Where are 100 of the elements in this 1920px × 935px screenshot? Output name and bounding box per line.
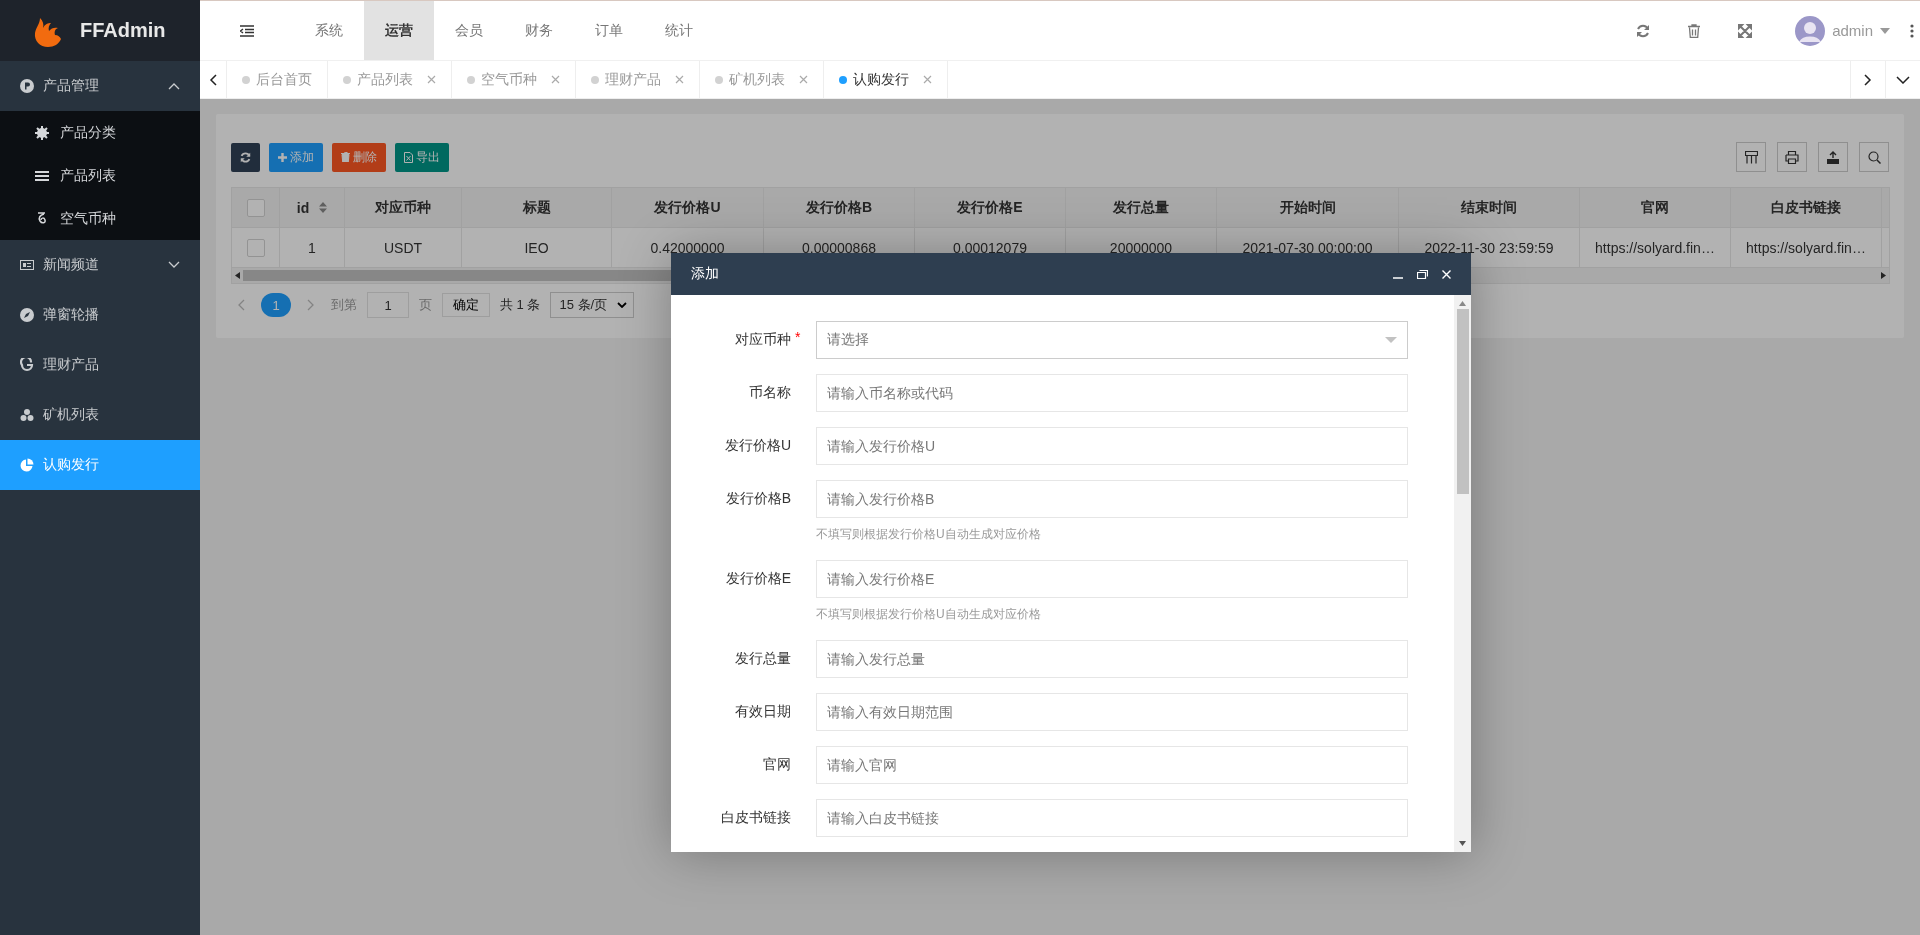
column-header: 对应币种 bbox=[345, 188, 462, 227]
sidebar-item[interactable]: 矿机列表 bbox=[0, 390, 200, 440]
sidebar-subitem[interactable]: 产品列表 bbox=[0, 154, 200, 197]
sidebar-subitem[interactable]: 空气币种 bbox=[0, 197, 200, 240]
trash-icon[interactable] bbox=[1688, 23, 1701, 38]
list-icon bbox=[35, 168, 49, 183]
select-field[interactable]: 请选择 bbox=[816, 321, 1408, 359]
refresh-icon[interactable] bbox=[1636, 23, 1651, 38]
page-tab[interactable]: 理财产品 bbox=[575, 61, 699, 98]
tab-dot-icon bbox=[242, 75, 250, 84]
input-field[interactable]: 请输入发行价格U bbox=[816, 427, 1408, 465]
tab-dot-icon bbox=[591, 75, 599, 84]
export-button[interactable]: 导出 bbox=[395, 142, 449, 172]
arrow-left-icon bbox=[235, 272, 240, 279]
required-mark: * bbox=[794, 328, 802, 345]
top-nav-item[interactable]: 财务 bbox=[504, 1, 574, 60]
dialog-title: 添加 bbox=[691, 265, 719, 283]
input-field[interactable]: 请输入有效日期范围 bbox=[816, 693, 1408, 731]
total-count: 共 1 条 bbox=[500, 296, 541, 314]
input-field[interactable]: 请输入白皮书链接 bbox=[816, 799, 1408, 837]
field-hint: 不填写则根据发行价格U自动生成对应价格 bbox=[816, 526, 1042, 543]
select-all-checkbox[interactable] bbox=[246, 198, 265, 217]
trash-icon bbox=[341, 152, 350, 162]
add-button[interactable]: 添加 bbox=[269, 142, 323, 172]
p-circle-icon bbox=[20, 79, 34, 93]
search-button[interactable] bbox=[1859, 142, 1889, 172]
scroll-thumb[interactable] bbox=[1456, 309, 1469, 494]
column-header: 白皮书链接 bbox=[1731, 188, 1882, 227]
page-input[interactable]: 1 bbox=[367, 292, 409, 318]
chevron-down-icon bbox=[168, 261, 180, 269]
menu-fold-icon bbox=[240, 24, 254, 37]
tab-dot-icon bbox=[467, 75, 475, 84]
tab-dot-icon bbox=[839, 75, 847, 84]
field-label: 发行价格U bbox=[723, 437, 791, 455]
page-tab[interactable]: 后台首页 bbox=[226, 61, 327, 98]
input-field[interactable]: 请输入发行价格B bbox=[816, 480, 1408, 518]
column-header: 发行价格E bbox=[915, 188, 1066, 227]
table-cell: IEO bbox=[462, 228, 612, 267]
page-size-select[interactable]: 15 条/页 bbox=[550, 292, 635, 318]
confirm-button[interactable]: 确定 bbox=[442, 293, 490, 317]
top-nav-item[interactable]: 运营 bbox=[364, 1, 434, 60]
table-cell: 1 bbox=[280, 228, 345, 267]
newspaper-icon bbox=[20, 258, 34, 272]
printer-icon bbox=[1785, 150, 1799, 164]
sidebar-item[interactable]: 产品管理 bbox=[0, 61, 200, 111]
chevron-up-icon bbox=[168, 82, 180, 90]
avatar bbox=[1795, 15, 1826, 46]
field-label: 白皮书链接 bbox=[720, 809, 791, 827]
column-header: 结束时间 bbox=[1399, 188, 1580, 227]
current-page[interactable]: 1 bbox=[261, 293, 291, 317]
column-header: 发行价格U bbox=[612, 188, 764, 227]
app-name: FFAdmin bbox=[80, 19, 166, 42]
row-checkbox[interactable] bbox=[246, 238, 265, 257]
plus-icon bbox=[278, 152, 287, 162]
user-menu[interactable]: admin bbox=[1795, 15, 1890, 46]
delete-button[interactable]: 删除 bbox=[332, 142, 386, 172]
page-tab[interactable]: 矿机列表 bbox=[699, 61, 823, 98]
vertical-scrollbar[interactable] bbox=[1454, 295, 1471, 852]
input-field[interactable]: 请输入发行总量 bbox=[816, 640, 1408, 678]
columns-icon bbox=[1744, 150, 1758, 164]
sidebar-item[interactable]: 弹窗轮播 bbox=[0, 290, 200, 340]
field-label: 官网 bbox=[762, 756, 791, 774]
more-icon[interactable] bbox=[1910, 23, 1914, 38]
top-nav-item[interactable]: 统计 bbox=[644, 1, 714, 60]
column-header: 标题 bbox=[462, 188, 612, 227]
arrow-up-icon bbox=[1459, 301, 1466, 306]
column-header: 发行价格B bbox=[764, 188, 915, 227]
page-tab[interactable]: 空气币种 bbox=[451, 61, 575, 98]
fullscreen-icon[interactable] bbox=[1738, 23, 1753, 38]
field-hint: 不填写则根据发行价格U自动生成对应价格 bbox=[816, 606, 1042, 623]
columns-button[interactable] bbox=[1736, 142, 1766, 172]
top-nav-item[interactable]: 订单 bbox=[574, 1, 644, 60]
field-label: 对应币种 bbox=[734, 331, 791, 349]
compass-icon bbox=[20, 308, 34, 322]
maximize-icon[interactable] bbox=[1417, 269, 1428, 279]
search-icon bbox=[1867, 150, 1881, 164]
column-header: 开始时间 bbox=[1217, 188, 1399, 227]
sort-icon bbox=[319, 202, 328, 213]
export-button[interactable] bbox=[1818, 142, 1848, 172]
tray-upload-icon bbox=[1826, 150, 1840, 164]
top-nav-item[interactable]: 系统 bbox=[294, 1, 364, 60]
sidebar-subitem[interactable]: 产品分类 bbox=[0, 111, 200, 154]
page-tab[interactable]: 产品列表 bbox=[327, 61, 451, 98]
field-label: 发行价格E bbox=[724, 570, 791, 588]
chevron-down-icon bbox=[617, 302, 628, 308]
input-field[interactable]: 请输入发行价格E bbox=[816, 560, 1408, 598]
top-nav-item[interactable]: 会员 bbox=[434, 1, 504, 60]
field-label: 发行价格B bbox=[724, 490, 791, 508]
input-field[interactable]: 请输入币名称或代码 bbox=[816, 374, 1408, 412]
tab-dot-icon bbox=[715, 75, 723, 84]
sidebar-item[interactable]: 新闻频道 bbox=[0, 240, 200, 290]
field-label: 币名称 bbox=[748, 384, 791, 402]
sidebar-item[interactable]: 认购发行 bbox=[0, 440, 200, 490]
page-unit-label: 页 bbox=[419, 296, 432, 314]
print-button[interactable] bbox=[1777, 142, 1807, 172]
input-field[interactable]: 请输入官网 bbox=[816, 746, 1408, 784]
refresh-button[interactable] bbox=[231, 142, 260, 172]
sidebar-item[interactable]: 理财产品 bbox=[0, 340, 200, 390]
field-label: 发行总量 bbox=[734, 650, 791, 668]
page-tab[interactable]: 认购发行 bbox=[823, 61, 947, 98]
